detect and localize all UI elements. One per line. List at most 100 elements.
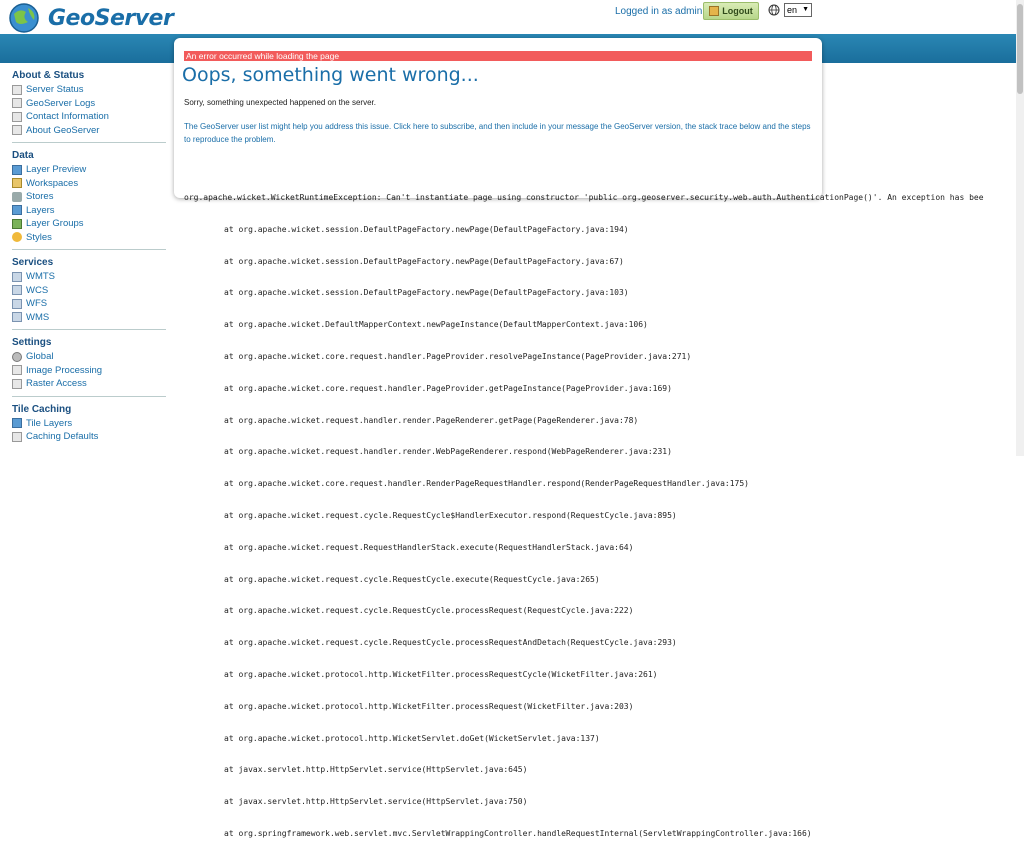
sidebar-item-label: WMTS bbox=[26, 271, 56, 282]
sidebar-item-wcs[interactable]: WCS bbox=[12, 284, 168, 298]
language-select[interactable]: en ▼ bbox=[784, 3, 812, 17]
language-globe-icon bbox=[768, 4, 780, 16]
image-icon bbox=[12, 365, 22, 376]
sidebar-item-label: Raster Access bbox=[26, 378, 87, 389]
sidebar-item-image-processing[interactable]: Image Processing bbox=[12, 364, 168, 378]
sidebar-item-tile-layers[interactable]: Tile Layers bbox=[12, 417, 168, 431]
sidebar-item-label: Caching Defaults bbox=[26, 431, 99, 442]
service-icon bbox=[12, 285, 22, 296]
sidebar-item-raster-access[interactable]: Raster Access bbox=[12, 377, 168, 391]
sidebar-item-label: Layer Preview bbox=[26, 164, 87, 175]
scrollbar-thumb[interactable] bbox=[1017, 4, 1023, 94]
server-status-icon bbox=[12, 84, 22, 95]
sidebar-item-styles[interactable]: Styles bbox=[12, 231, 168, 245]
sidebar-item-label: Server Status bbox=[26, 84, 84, 95]
trace-line: at javax.servlet.http.HttpServlet.servic… bbox=[224, 765, 528, 775]
sidebar-item-about-geoserver[interactable]: About GeoServer bbox=[12, 124, 168, 138]
trace-line: at org.apache.wicket.request.cycle.Reque… bbox=[224, 606, 634, 616]
service-icon bbox=[12, 312, 22, 323]
trace-line: at org.springframework.web.servlet.mvc.S… bbox=[224, 828, 812, 838]
page-title: Oops, something went wrong... bbox=[182, 64, 479, 86]
logout-icon bbox=[709, 6, 720, 16]
sidebar-item-server-status[interactable]: Server Status bbox=[12, 83, 168, 97]
trace-line: at org.apache.wicket.request.handler.ren… bbox=[224, 447, 672, 457]
trace-line: at org.apache.wicket.core.request.handle… bbox=[224, 351, 692, 361]
trace-line: at org.apache.wicket.request.handler.ren… bbox=[224, 415, 639, 425]
sidebar-item-layer-preview[interactable]: Layer Preview bbox=[12, 163, 168, 177]
sidebar-item-label: WMS bbox=[26, 311, 50, 323]
exception-line: org.apache.wicket.WicketRuntimeException… bbox=[184, 193, 984, 202]
sidebar-item-label: Layers bbox=[26, 204, 55, 216]
layers-icon bbox=[12, 205, 22, 216]
sidebar-item-global[interactable]: Global bbox=[12, 350, 168, 364]
login-status: Logged in as admin. bbox=[615, 6, 706, 17]
divider bbox=[12, 142, 166, 143]
about-icon bbox=[12, 125, 22, 136]
contact-icon bbox=[12, 111, 22, 122]
nav-section-title: Tile Caching bbox=[12, 403, 72, 415]
language-value: en bbox=[787, 5, 798, 15]
sidebar-item-wms[interactable]: WMS bbox=[12, 311, 168, 325]
stack-trace: org.apache.wicket.WicketRuntimeException… bbox=[184, 173, 1024, 850]
folder-icon bbox=[12, 178, 22, 189]
trace-line: at org.apache.wicket.request.cycle.Reque… bbox=[224, 574, 600, 584]
trace-line: at org.apache.wicket.protocol.http.Wicke… bbox=[224, 669, 658, 679]
nav-section-data: Data Layer Preview Workspaces Stores Lay… bbox=[0, 149, 168, 250]
logs-icon bbox=[12, 98, 22, 109]
sidebar-nav: About & Status Server Status GeoServer L… bbox=[0, 63, 168, 456]
chevron-down-icon: ▼ bbox=[802, 6, 809, 13]
error-message: Sorry, something unexpected happened on … bbox=[184, 98, 376, 107]
nav-section-settings: Settings Global Image Processing Raster … bbox=[0, 336, 168, 397]
trace-line: at javax.servlet.http.HttpServlet.servic… bbox=[224, 797, 528, 807]
globe-logo-icon bbox=[9, 3, 39, 33]
sidebar-item-label: Workspaces bbox=[26, 177, 79, 189]
sidebar-item-contact-information[interactable]: Contact Information bbox=[12, 110, 168, 124]
caching-defaults-icon bbox=[12, 431, 22, 442]
sidebar-item-wfs[interactable]: WFS bbox=[12, 297, 168, 311]
service-icon bbox=[12, 298, 22, 309]
help-text[interactable]: The GeoServer user list might help you a… bbox=[184, 120, 814, 146]
sidebar-item-label: About GeoServer bbox=[26, 124, 100, 136]
nav-section-title: Settings bbox=[12, 337, 52, 348]
layer-group-icon bbox=[12, 218, 22, 229]
divider bbox=[12, 329, 166, 330]
sidebar-item-label: WFS bbox=[26, 298, 48, 309]
sidebar-item-label: Stores bbox=[26, 191, 54, 202]
geoserver-logo[interactable]: GeoServer bbox=[8, 2, 178, 34]
trace-line: at org.apache.wicket.protocol.http.Wicke… bbox=[224, 701, 634, 711]
logout-button[interactable]: Logout bbox=[703, 2, 759, 20]
sidebar-item-label: Image Processing bbox=[26, 364, 103, 376]
divider bbox=[12, 395, 166, 397]
trace-line: at org.apache.wicket.request.cycle.Reque… bbox=[224, 638, 677, 648]
header: GeoServer Logged in as admin. Logout en … bbox=[0, 0, 1024, 34]
nav-section-title: Data bbox=[12, 150, 34, 161]
layer-preview-icon bbox=[12, 164, 22, 175]
sidebar-item-layers[interactable]: Layers bbox=[12, 204, 168, 218]
sidebar-item-stores[interactable]: Stores bbox=[12, 190, 168, 204]
nav-section-services: Services WMTS WCS WFS WMS bbox=[0, 256, 168, 330]
sidebar-item-wmts[interactable]: WMTS bbox=[12, 270, 168, 284]
database-icon bbox=[12, 191, 22, 202]
trace-line: at org.apache.wicket.session.DefaultPage… bbox=[224, 256, 624, 266]
nav-section-title: About & Status bbox=[12, 70, 85, 81]
service-icon bbox=[12, 271, 22, 282]
trace-line: at org.apache.wicket.DefaultMapperContex… bbox=[224, 320, 648, 330]
page-scrollbar[interactable] bbox=[1016, 0, 1024, 456]
sidebar-item-label: Global bbox=[26, 351, 54, 362]
sidebar-item-layer-groups[interactable]: Layer Groups bbox=[12, 217, 168, 231]
trace-line: at org.apache.wicket.core.request.handle… bbox=[224, 383, 672, 393]
sidebar-item-label: Layer Groups bbox=[26, 218, 84, 229]
logo-text: GeoServer bbox=[48, 6, 174, 31]
tile-layers-icon bbox=[12, 418, 22, 429]
gear-icon bbox=[12, 351, 22, 362]
nav-section-about-status: About & Status Server Status GeoServer L… bbox=[0, 69, 168, 143]
sidebar-item-geoserver-logs[interactable]: GeoServer Logs bbox=[12, 97, 168, 111]
raster-icon bbox=[12, 378, 22, 389]
trace-line: at org.apache.wicket.request.RequestHand… bbox=[224, 542, 634, 552]
sidebar-item-label: Styles bbox=[26, 231, 52, 243]
sidebar-item-caching-defaults[interactable]: Caching Defaults bbox=[12, 430, 168, 444]
sidebar-item-workspaces[interactable]: Workspaces bbox=[12, 177, 168, 191]
logout-label: Logout bbox=[722, 6, 753, 16]
sidebar-item-label: Contact Information bbox=[26, 111, 109, 122]
error-banner: An error occurred while loading the page bbox=[184, 51, 812, 61]
